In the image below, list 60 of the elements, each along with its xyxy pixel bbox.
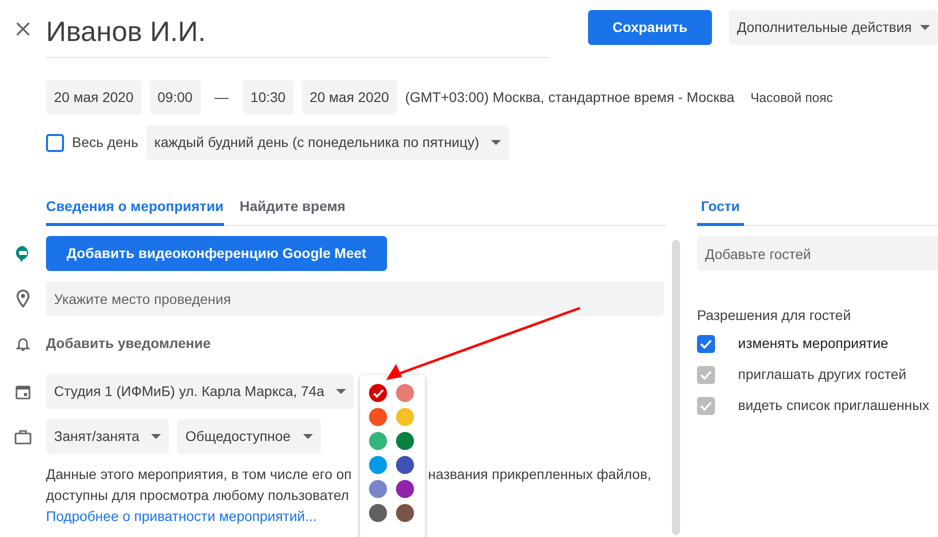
- caret-icon: [302, 434, 313, 439]
- color-swatch[interactable]: [369, 384, 387, 402]
- guests-tab[interactable]: Гости: [697, 196, 744, 226]
- permission-label: изменять мероприятие: [738, 334, 888, 353]
- privacy-link[interactable]: Подробнее о приватности мероприятий...: [46, 508, 317, 524]
- title-field[interactable]: Иванов И.И.: [46, 10, 548, 58]
- privacy-text: Данные этого мероприятия, в том числе его оп: [46, 465, 353, 484]
- video-chat-icon: [15, 244, 31, 262]
- briefcase-icon: [14, 428, 32, 444]
- calendar-icon: [15, 384, 31, 400]
- dash: —: [214, 88, 230, 107]
- check-icon: [700, 338, 712, 348]
- permission-label: приглашать других гостей: [738, 365, 906, 384]
- location-pin-icon: [16, 289, 30, 308]
- caret-icon: [491, 140, 502, 145]
- color-swatch[interactable]: [396, 408, 414, 426]
- caret-icon: [336, 389, 346, 394]
- end-date-field[interactable]: 20 мая 2020: [302, 80, 398, 115]
- bell-icon: [16, 336, 30, 352]
- color-swatch[interactable]: [396, 384, 414, 402]
- start-date-field[interactable]: 20 мая 2020: [46, 80, 142, 115]
- color-swatch[interactable]: [369, 504, 387, 522]
- timezone-text: (GMT+03:00) Москва, стандартное время - Москва: [405, 88, 734, 107]
- all-day-label: Весь день: [72, 133, 138, 152]
- checkbox[interactable]: [697, 334, 715, 352]
- location-field[interactable]: Укажите место проведения: [46, 281, 664, 316]
- color-swatch[interactable]: [396, 432, 414, 450]
- color-swatch[interactable]: [396, 504, 414, 522]
- add-notification-link[interactable]: Добавить уведомление: [46, 326, 211, 361]
- permissions-title: Разрешения для гостей: [697, 306, 851, 325]
- checkbox[interactable]: [46, 134, 64, 152]
- start-time-field[interactable]: 09:00: [150, 80, 201, 115]
- check-icon: [372, 388, 384, 398]
- save-button[interactable]: Сохранить: [588, 10, 712, 45]
- add-guests-field[interactable]: Добавьте гостей: [697, 236, 938, 271]
- busy-dropdown[interactable]: Занят/занята: [46, 419, 170, 454]
- privacy-text: названия прикрепленных файлов,: [428, 465, 652, 484]
- recurrence-dropdown[interactable]: каждый будний день (с понедельника по пятницу): [146, 125, 510, 160]
- color-swatch[interactable]: [369, 456, 387, 474]
- tab[interactable]: Найдите время: [240, 196, 346, 226]
- scrollbar[interactable]: [672, 240, 680, 535]
- tab[interactable]: Сведения о мероприятии: [46, 196, 224, 226]
- caret-icon: [920, 25, 930, 30]
- permission-label: видеть список приглашенных: [738, 396, 930, 415]
- close-icon[interactable]: [16, 22, 30, 36]
- color-swatch[interactable]: [369, 408, 387, 426]
- timezone-link[interactable]: Часовой пояс: [750, 88, 833, 108]
- google-meet-button[interactable]: Добавить видеоконференцию Google Meet: [46, 236, 387, 271]
- caret-icon: [151, 434, 162, 439]
- calendar-dropdown[interactable]: Студия 1 (ИФМиБ) ул. Карла Маркса, 74а: [46, 374, 354, 409]
- color-swatch[interactable]: [396, 480, 414, 498]
- check-icon: [700, 370, 712, 380]
- more-actions-dropdown[interactable]: Дополнительные действия: [729, 10, 938, 45]
- visibility-dropdown[interactable]: Общедоступное: [177, 419, 321, 454]
- color-swatch[interactable]: [369, 432, 387, 450]
- color-swatch[interactable]: [396, 456, 414, 474]
- end-time-field[interactable]: 10:30: [242, 80, 294, 115]
- color-swatch[interactable]: [369, 480, 387, 498]
- check-icon: [700, 400, 712, 410]
- privacy-text: доступны для просмотра любому пользовател: [46, 486, 349, 505]
